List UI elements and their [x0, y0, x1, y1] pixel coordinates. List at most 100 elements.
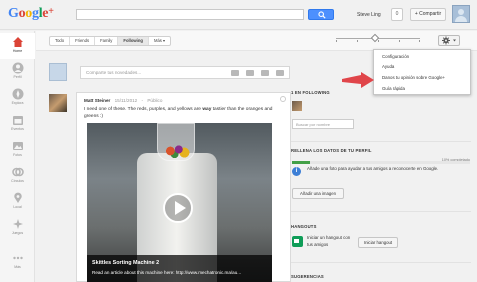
circles-icon — [11, 167, 24, 177]
video-caption: Skittles Sorting Machine 2 Read an artic… — [87, 255, 272, 282]
nav-label: Más — [14, 265, 21, 269]
people-search-placeholder: Buscar por nombre — [296, 122, 331, 127]
start-hangout-button[interactable]: Iniciar hangout — [358, 237, 398, 248]
post-visibility: Público — [147, 98, 163, 103]
share-placeholder: Comparte tus novedades... — [86, 70, 142, 75]
post-header: Matt Steiner 15/11/2012 - Público — [84, 98, 162, 103]
add-image-button[interactable]: Añadir una imagen — [292, 188, 344, 199]
notification-count[interactable]: 0 — [391, 8, 403, 21]
user-avatar[interactable] — [452, 5, 470, 23]
post-text-part: I need one of these. The reds, purples, … — [84, 107, 203, 112]
slider-tick — [419, 40, 420, 42]
more-icon — [12, 256, 23, 260]
search-icon — [318, 11, 326, 19]
hangouts-title: HANGOUTS — [291, 224, 317, 229]
nav-item-more[interactable]: Más — [0, 249, 35, 275]
video-description: Read an article about this machine here:… — [92, 270, 242, 275]
progress-fill — [292, 161, 310, 164]
divider — [291, 262, 471, 263]
info-icon: i — [292, 167, 301, 176]
post-text: I need one of these. The reds, purples, … — [84, 106, 284, 120]
nav-item-games[interactable]: Juegos — [0, 215, 35, 241]
nav-label: Eventos — [11, 127, 24, 131]
nav-item-local[interactable]: Local — [0, 189, 35, 215]
post-card: Matt Steiner 15/11/2012 - Público I need… — [76, 92, 291, 282]
top-bar: Google+ Steve Ling 0 + Compartir — [0, 0, 477, 30]
photo-icon[interactable] — [231, 70, 239, 76]
gear-icon — [442, 36, 456, 45]
nav-item-explore[interactable]: Explora — [0, 85, 35, 111]
share-avatar — [49, 63, 67, 81]
filter-all[interactable]: Todo — [50, 37, 71, 45]
main-stream: Comparte tus novedades... Matt Steiner 1… — [36, 52, 291, 282]
profile-icon — [12, 62, 23, 74]
filter-family[interactable]: Family — [95, 37, 119, 45]
nav-item-profile[interactable]: Perfil — [0, 59, 35, 85]
video-title[interactable]: Skittles Sorting Machine 2 — [92, 260, 159, 266]
filter-friends[interactable]: Friends — [70, 37, 96, 45]
red-arrow-annotation — [342, 72, 374, 88]
profile-title: RELLENA LOS DATOS DE TU PERFIL — [291, 148, 372, 153]
post-menu-button[interactable] — [280, 96, 286, 102]
divider — [291, 141, 471, 142]
slider-tick — [357, 40, 358, 42]
menu-item-quick-guide[interactable]: Guía rápida — [382, 86, 405, 91]
event-icon[interactable] — [261, 70, 269, 76]
link-icon[interactable] — [276, 70, 284, 76]
settings-dropdown: Configuración Ayuda Danos tu opinión sob… — [373, 49, 471, 95]
profile-help-text: Añade una foto para ayudar a tus amigos … — [307, 166, 439, 171]
nav-label: Círculos — [11, 179, 24, 183]
home-icon — [12, 37, 23, 47]
menu-item-feedback[interactable]: Danos tu opinión sobre Google+ — [382, 75, 445, 80]
filter-more[interactable]: Más ▾ — [149, 37, 170, 45]
menu-item-settings[interactable]: Configuración — [382, 54, 409, 59]
video-icon[interactable] — [246, 70, 254, 76]
compass-icon — [12, 88, 23, 100]
stream-filters: Todo Friends Family Following Más ▾ — [49, 36, 172, 46]
nav-item-events[interactable]: Eventos — [0, 111, 35, 137]
search-input[interactable] — [76, 9, 304, 20]
slider-tick — [399, 40, 400, 42]
share-input[interactable]: Comparte tus novedades... — [80, 66, 290, 79]
games-icon — [12, 219, 23, 229]
nav-label: Home — [12, 49, 23, 53]
share-button[interactable]: + Compartir — [410, 8, 446, 21]
following-avatar[interactable] — [292, 101, 302, 111]
author-avatar[interactable] — [49, 94, 67, 112]
search-button[interactable] — [308, 9, 334, 20]
nav-item-circles[interactable]: Círculos — [0, 163, 35, 189]
share-box: Comparte tus novedades... — [49, 60, 291, 85]
nav-label: Juegos — [11, 231, 24, 235]
filter-following[interactable]: Following — [118, 37, 149, 45]
play-icon[interactable] — [163, 193, 193, 223]
nav-label: Perfil — [13, 75, 22, 79]
nav-label: Explora — [11, 101, 24, 105]
people-search-input[interactable]: Buscar por nombre — [292, 119, 354, 129]
hangout-icon — [292, 236, 303, 247]
following-title[interactable]: 1 EN FOLLOWING — [291, 90, 330, 95]
post: Matt Steiner 15/11/2012 - Público I need… — [49, 92, 291, 282]
share-attach-icons — [231, 70, 284, 76]
profile-progress-bar — [292, 161, 470, 164]
slider-tick — [378, 40, 379, 42]
post-author[interactable]: Matt Steiner — [84, 98, 110, 103]
google-plus-page: Google+ Steve Ling 0 + Compartir Home Pe… — [0, 0, 477, 282]
divider — [291, 211, 471, 212]
nav-label: Local — [13, 205, 22, 209]
settings-button[interactable] — [438, 35, 460, 46]
photos-icon — [12, 142, 23, 150]
nav-item-photos[interactable]: Fotos — [0, 137, 35, 163]
nav-item-home[interactable]: Home — [0, 33, 35, 59]
slider-tick — [336, 40, 337, 42]
candies-image — [162, 143, 190, 159]
map-pin-icon — [13, 192, 22, 203]
post-date[interactable]: 15/11/2012 — [115, 98, 138, 103]
stream-toolbar: Todo Friends Family Following Más ▾ — [36, 31, 477, 51]
google-plus-logo[interactable]: Google+ — [8, 6, 54, 22]
menu-item-help[interactable]: Ayuda — [382, 64, 394, 69]
chevron-down-icon — [453, 39, 456, 42]
suggestions-title: SUGERENCIAS — [291, 274, 324, 279]
video-thumbnail[interactable]: Skittles Sorting Machine 2 Read an artic… — [87, 123, 272, 282]
username[interactable]: Steve Ling — [357, 12, 381, 18]
hangout-text: Iniciar un hangout con tus amigos — [307, 235, 351, 247]
